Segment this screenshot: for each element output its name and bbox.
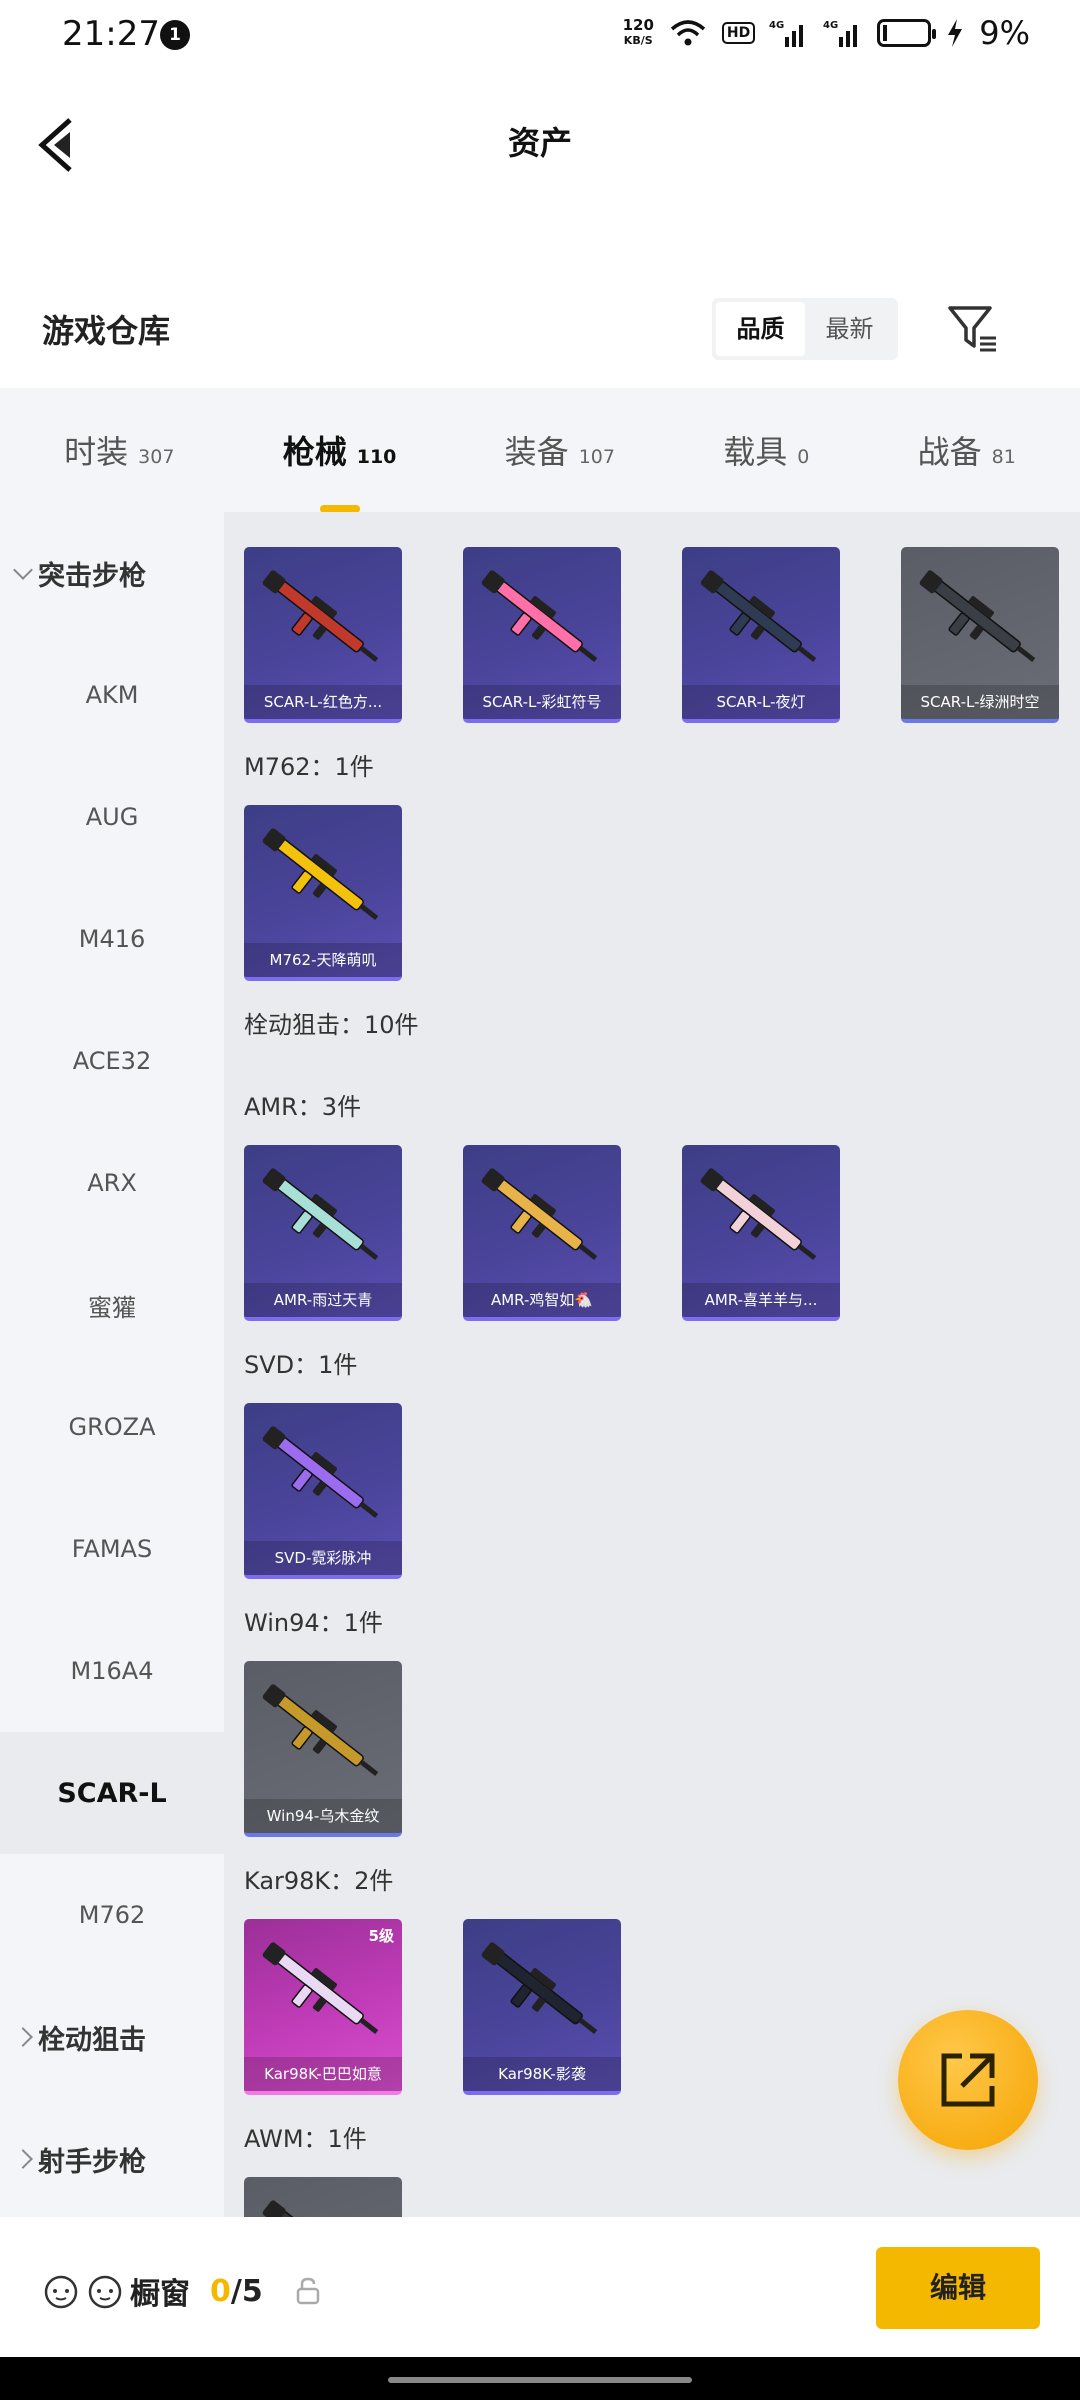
rifle-icon xyxy=(262,1684,379,1777)
chevron-right-icon xyxy=(13,2149,33,2169)
app-header: 资产 xyxy=(0,70,1080,210)
category-tabs: 时装 307 枪械 110 装备 107 载具 0 战备 81 xyxy=(0,388,1080,513)
sidebar-group-marksman[interactable]: 射手步枪 xyxy=(0,2098,224,2217)
level-badge: 5级 xyxy=(368,1927,394,1945)
sidebar-item-groza[interactable]: GROZA xyxy=(0,1366,224,1488)
sidebar-item-arx[interactable]: ARX xyxy=(0,1122,224,1244)
sidebar-item-famas[interactable]: FAMAS xyxy=(0,1488,224,1610)
section-label-awm: AWM：1件 xyxy=(244,2125,367,2153)
skin-card[interactable]: AMR-雨过天青 xyxy=(244,1145,402,1321)
edit-button[interactable]: 编辑 xyxy=(876,2247,1040,2329)
sniper-icon xyxy=(700,1168,817,1261)
rifle-icon xyxy=(919,570,1036,663)
notification-badge: 1 xyxy=(160,20,190,50)
warehouse-title: 游戏仓库 xyxy=(42,312,171,350)
charging-icon xyxy=(948,19,963,47)
rifle-icon xyxy=(481,570,598,663)
showcase-count: 0/5 xyxy=(210,2273,263,2309)
rifle-icon xyxy=(700,570,817,663)
skin-card[interactable]: SCAR-L-红色方... xyxy=(244,547,402,723)
signal-icon: 4G xyxy=(769,20,804,47)
bottom-bar: 橱窗 0/5 编辑 xyxy=(0,2217,1080,2357)
sidebar-group-assault-rifles[interactable]: 突击步枪 xyxy=(0,512,224,634)
section-label-amr: AMR：3件 xyxy=(244,1093,362,1121)
chevron-down-icon xyxy=(13,560,33,580)
tab-fashion[interactable]: 时装 307 xyxy=(54,427,184,473)
home-gesture-handle[interactable] xyxy=(388,2377,692,2383)
sidebar-item-scar-l[interactable]: SCAR-L xyxy=(0,1732,224,1854)
rifle-icon xyxy=(481,1942,598,2035)
skin-card[interactable]: Win94-乌木金纹 xyxy=(244,1661,402,1837)
signal-icon-2: 4G xyxy=(823,20,858,47)
warehouse-header: 游戏仓库 品质 最新 xyxy=(0,280,1080,380)
svg-text:4G: 4G xyxy=(769,20,784,31)
sniper-icon xyxy=(262,2200,364,2217)
battery-percent: 9% xyxy=(979,14,1030,52)
sidebar-item-m416[interactable]: M416 xyxy=(0,878,224,1000)
filter-icon xyxy=(948,306,996,352)
skin-card[interactable]: SCAR-L-绿洲时空 xyxy=(901,547,1059,723)
sniper-icon xyxy=(262,1168,379,1261)
rifle-icon xyxy=(262,570,379,663)
tab-vehicles[interactable]: 载具 0 xyxy=(713,427,819,473)
sidebar-item-aug[interactable]: AUG xyxy=(0,756,224,878)
skin-card[interactable]: AMR-喜羊羊与... xyxy=(682,1145,840,1321)
filter-button[interactable] xyxy=(944,300,1000,356)
skin-card[interactable]: SCAR-L-夜灯 xyxy=(682,547,840,723)
clock: 21:27 xyxy=(62,14,160,54)
sort-toggle: 品质 最新 xyxy=(712,298,898,360)
tab-supplies[interactable]: 战备 81 xyxy=(908,427,1026,473)
sidebar-item-ace32[interactable]: ACE32 xyxy=(0,1000,224,1122)
section-label-m762: M762：1件 xyxy=(244,753,374,781)
wifi-icon xyxy=(670,20,706,46)
external-link-icon xyxy=(941,2053,995,2107)
svg-text:4G: 4G xyxy=(823,20,838,31)
lock-icon[interactable] xyxy=(295,2276,321,2306)
skin-card[interactable]: M762-天降萌叽 xyxy=(244,805,402,981)
sort-latest-button[interactable]: 最新 xyxy=(805,302,894,356)
showcase-summary: 橱窗 0/5 xyxy=(42,2269,321,2313)
status-icons: 120 KB/S HD 4G 4G 9% xyxy=(623,14,1030,52)
sidebar-group-bolt-action[interactable]: 栓动狙击 xyxy=(0,1976,224,2098)
weapon-sidebar: 突击步枪 AKM AUG M416 ACE32 ARX 蜜獾 GROZA FAM… xyxy=(0,512,224,2217)
tab-firearms[interactable]: 枪械 110 xyxy=(273,427,407,513)
share-fab[interactable] xyxy=(898,2010,1038,2150)
sort-quality-button[interactable]: 品质 xyxy=(716,302,805,356)
mascot-icon-2 xyxy=(88,2275,122,2309)
skin-card[interactable]: 5级 Kar98K-巴巴如意 xyxy=(244,1919,402,2095)
tab-equipment[interactable]: 装备 107 xyxy=(495,427,625,473)
weapon-grid: SCAR-L-红色方... SCAR-L-彩虹符号 SCAR-L-夜灯 SCAR… xyxy=(224,512,1080,2217)
skin-card[interactable]: SVD-霓彩脉冲 xyxy=(244,1403,402,1579)
skin-card[interactable]: AMR-鸡智如🐔 xyxy=(463,1145,621,1321)
status-bar: 21:27 1 120 KB/S HD 4G 4G 9% xyxy=(0,0,1080,70)
sidebar-item-honey-badger[interactable]: 蜜獾 xyxy=(0,1244,224,1366)
hd-icon: HD xyxy=(721,22,756,44)
showcase-label: 橱窗 xyxy=(130,2277,190,2312)
skin-card[interactable] xyxy=(244,2177,402,2217)
section-label-kar98k: Kar98K：2件 xyxy=(244,1867,394,1895)
section-label-bolt-action: 栓动狙击：10件 xyxy=(244,1011,419,1039)
sidebar-item-m16a4[interactable]: M16A4 xyxy=(0,1610,224,1732)
section-label-svd: SVD：1件 xyxy=(244,1351,358,1379)
sniper-icon xyxy=(481,1168,598,1261)
skin-card[interactable]: Kar98K-影袭 xyxy=(463,1919,621,2095)
battery-icon xyxy=(877,19,937,47)
sniper-icon xyxy=(262,1426,379,1519)
mascot-icon xyxy=(44,2275,78,2309)
rifle-icon xyxy=(262,1942,379,2035)
sidebar-item-akm[interactable]: AKM xyxy=(0,634,224,756)
system-nav-bar xyxy=(0,2357,1080,2400)
chevron-right-icon xyxy=(13,2027,33,2047)
sidebar-item-m762[interactable]: M762 xyxy=(0,1854,224,1976)
rifle-icon xyxy=(262,828,379,921)
skin-card[interactable]: SCAR-L-彩虹符号 xyxy=(463,547,621,723)
page-title: 资产 xyxy=(507,124,572,162)
net-speed: 120 KB/S xyxy=(622,16,654,47)
section-label-win94: Win94：1件 xyxy=(244,1609,383,1637)
